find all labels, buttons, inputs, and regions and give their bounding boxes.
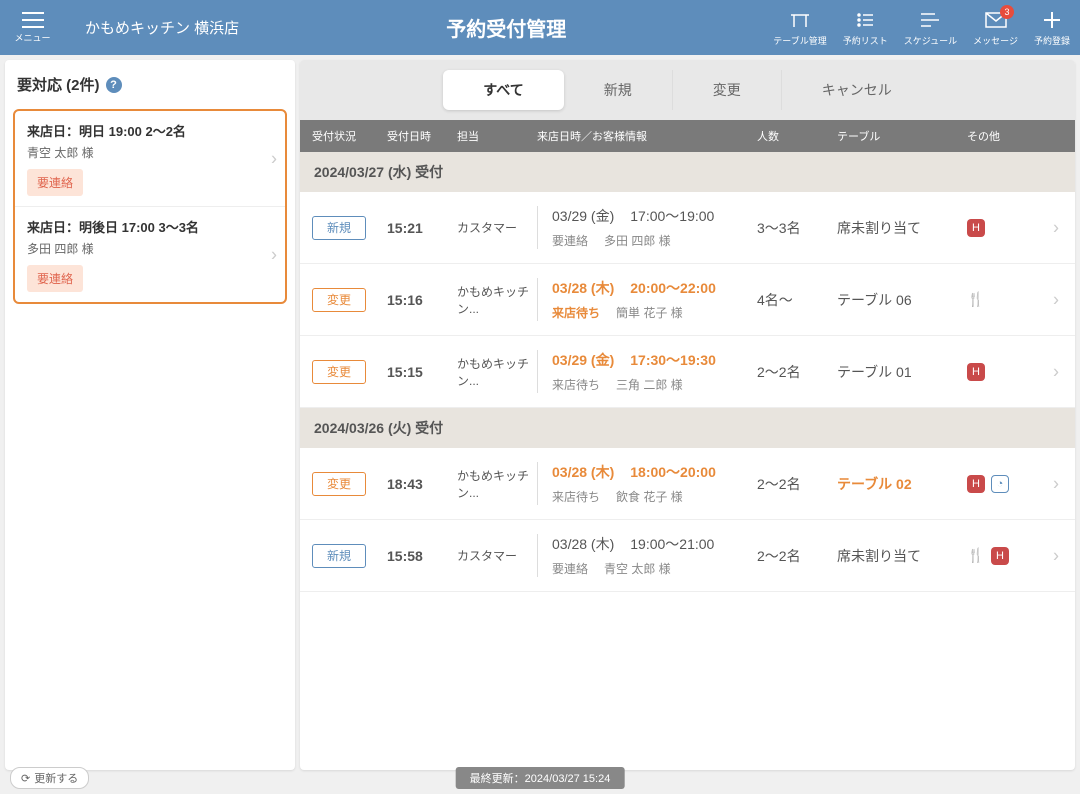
- reservation-list-button[interactable]: 予約リスト: [843, 9, 888, 47]
- row-icons: H◔: [967, 475, 1063, 493]
- date-group-header: 2024/03/27 (水) 受付: [300, 152, 1075, 192]
- add-reservation-button[interactable]: 予約登録: [1034, 9, 1070, 47]
- staff-name: かもめキッチン...: [457, 355, 537, 389]
- party-size: 3～3名: [757, 218, 837, 238]
- hotpepper-icon: H: [991, 547, 1009, 565]
- app-header: メニュー かもめキッチン 横浜店 予約受付管理 テーブル管理 予約リスト スケジ…: [0, 0, 1080, 55]
- table-assignment: テーブル 06: [837, 290, 967, 310]
- last-updated: 最終更新：2024/03/27 15:24: [456, 767, 625, 789]
- table-icon: [789, 9, 811, 31]
- message-badge: 3: [1000, 5, 1014, 19]
- help-icon[interactable]: ?: [106, 77, 122, 93]
- receipt-time: 15:15: [387, 364, 457, 380]
- contact-badge: 要連絡: [27, 169, 83, 196]
- hotpepper-icon: H: [967, 475, 985, 493]
- table-assignment: 席未割り当て: [837, 546, 967, 566]
- staff-name: カスタマー: [457, 547, 537, 564]
- receipt-time: 18:43: [387, 476, 457, 492]
- refresh-icon: ⟳: [21, 772, 30, 785]
- table-assignment: 席未割り当て: [837, 218, 967, 238]
- table-assignment: テーブル 01: [837, 362, 967, 382]
- message-button[interactable]: 3 メッセージ: [973, 9, 1018, 47]
- hotpepper-icon: H: [967, 219, 985, 237]
- page-title: 予約受付管理: [239, 13, 773, 42]
- menu-label: メニュー: [14, 31, 50, 44]
- date-group-header: 2024/03/26 (火) 受付: [300, 408, 1075, 448]
- sidebar-header: 要対応 (2件) ?: [5, 60, 295, 109]
- meal-icon: 🍴: [967, 547, 985, 565]
- tab-all[interactable]: すべて: [443, 70, 563, 110]
- reservation-row[interactable]: 新規 15:21カスタマー03/29 (金)17:00～19:00要連絡多田 四郎…: [300, 192, 1075, 264]
- hamburger-icon: [22, 12, 44, 28]
- action-item[interactable]: 来店日：明後日 17:00 3～3名 多田 四郎 様 要連絡 ›: [15, 207, 285, 302]
- table-mgmt-button[interactable]: テーブル管理: [773, 9, 826, 47]
- tab-cancel[interactable]: キャンセル: [782, 70, 932, 110]
- staff-name: かもめキッチン...: [457, 283, 537, 317]
- party-size: 2～2名: [757, 362, 837, 382]
- reservation-row[interactable]: 変更 15:16かもめキッチン...03/28 (木)20:00～22:00来店待…: [300, 264, 1075, 336]
- visit-info: 03/28 (木)20:00～22:00来店待ち簡単 花子 様: [537, 278, 757, 321]
- chevron-right-icon: ›: [1053, 473, 1059, 494]
- hotpepper-icon: H: [967, 363, 985, 381]
- table-assignment: テーブル 02: [837, 474, 967, 494]
- meal-icon: 🍴: [967, 291, 985, 309]
- reservation-row[interactable]: 新規 15:58カスタマー03/28 (木)19:00～21:00要連絡青空 太郎…: [300, 520, 1075, 592]
- tab-new[interactable]: 新規: [564, 70, 673, 110]
- status-badge: 変更: [312, 472, 366, 496]
- table-header: 受付状況 受付日時 担当 来店日時／お客様情報 人数 テーブル その他: [300, 120, 1075, 152]
- action-item[interactable]: 来店日：明日 19:00 2～2名 青空 太郎 様 要連絡 ›: [15, 111, 285, 207]
- staff-name: かもめキッチン...: [457, 467, 537, 501]
- row-icons: H: [967, 219, 1063, 237]
- status-badge: 新規: [312, 544, 366, 568]
- main-panel: すべて 新規 変更 キャンセル 受付状況 受付日時 担当 来店日時／お客様情報 …: [300, 60, 1075, 770]
- header-icons: テーブル管理 予約リスト スケジュール 3 メッセージ 予約登録: [773, 9, 1070, 47]
- filter-tabs: すべて 新規 変更 キャンセル: [300, 60, 1075, 120]
- refresh-button[interactable]: ⟳ 更新する: [10, 767, 89, 789]
- visit-info: 03/29 (金)17:30～19:30来店待ち三角 二郎 様: [537, 350, 757, 393]
- receipt-time: 15:58: [387, 548, 457, 564]
- row-icons: 🍴: [967, 291, 1063, 309]
- party-size: 2～2名: [757, 546, 837, 566]
- row-icons: H: [967, 363, 1063, 381]
- sidebar: 要対応 (2件) ? 来店日：明日 19:00 2～2名 青空 太郎 様 要連絡…: [5, 60, 295, 770]
- party-size: 2～2名: [757, 474, 837, 494]
- menu-button[interactable]: メニュー: [10, 12, 55, 44]
- action-required-box: 来店日：明日 19:00 2～2名 青空 太郎 様 要連絡 › 来店日：明後日 …: [13, 109, 287, 304]
- reservation-row[interactable]: 変更 15:15かもめキッチン...03/29 (金)17:30～19:30来店待…: [300, 336, 1075, 408]
- chevron-right-icon: ›: [271, 148, 277, 169]
- staff-name: カスタマー: [457, 219, 537, 236]
- receipt-time: 15:16: [387, 292, 457, 308]
- visit-info: 03/29 (金)17:00～19:00要連絡多田 四郎 様: [537, 206, 757, 249]
- tab-change[interactable]: 変更: [673, 70, 782, 110]
- contact-badge: 要連絡: [27, 265, 83, 292]
- store-name: かもめキッチン 横浜店: [85, 17, 239, 38]
- status-badge: 変更: [312, 288, 366, 312]
- chevron-right-icon: ›: [1053, 289, 1059, 310]
- status-badge: 新規: [312, 216, 366, 240]
- status-badge: 変更: [312, 360, 366, 384]
- chevron-right-icon: ›: [1053, 545, 1059, 566]
- party-size: 4名～: [757, 290, 837, 310]
- schedule-icon: [919, 9, 941, 31]
- schedule-button[interactable]: スケジュール: [904, 9, 957, 47]
- receipt-time: 15:21: [387, 220, 457, 236]
- chevron-right-icon: ›: [271, 244, 277, 265]
- plus-icon: [1042, 9, 1062, 31]
- row-icons: 🍴H: [967, 547, 1063, 565]
- reservation-list: 2024/03/27 (水) 受付新規15:21カスタマー03/29 (金)17…: [300, 152, 1075, 592]
- visit-info: 03/28 (木)19:00～21:00要連絡青空 太郎 様: [537, 534, 757, 577]
- clock-icon: ◔: [991, 475, 1009, 493]
- chevron-right-icon: ›: [1053, 217, 1059, 238]
- visit-info: 03/28 (木)18:00～20:00来店待ち飲食 花子 様: [537, 462, 757, 505]
- chevron-right-icon: ›: [1053, 361, 1059, 382]
- list-icon: [855, 9, 875, 31]
- reservation-row[interactable]: 変更 18:43かもめキッチン...03/28 (木)18:00～20:00来店待…: [300, 448, 1075, 520]
